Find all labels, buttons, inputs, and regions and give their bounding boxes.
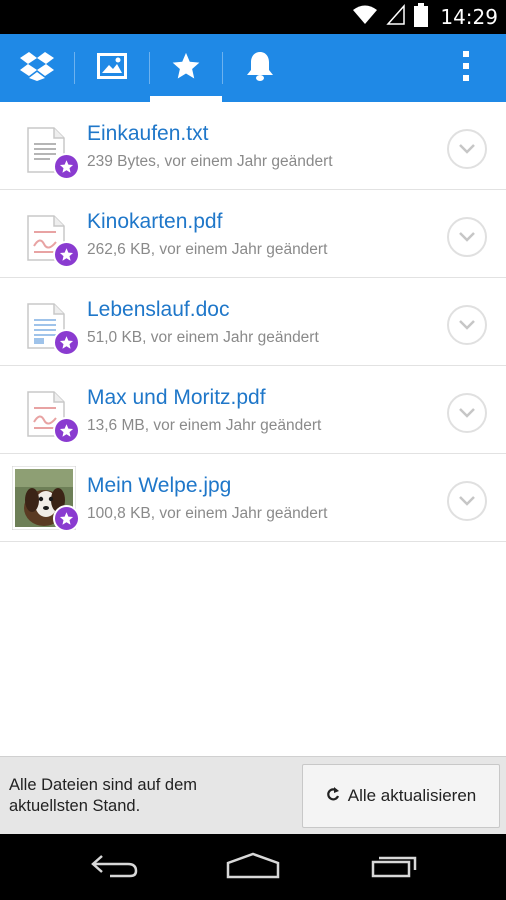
recents-icon — [370, 852, 420, 883]
system-nav-bar — [0, 834, 506, 900]
favorite-star-icon — [53, 241, 80, 268]
file-meta: 51,0 KB, vor einem Jahr geändert — [87, 329, 319, 346]
tab-photos[interactable] — [75, 34, 149, 102]
item-menu-button[interactable] — [447, 393, 487, 433]
tab-notifications[interactable] — [223, 34, 297, 102]
file-thumbnail — [22, 210, 80, 268]
file-thumbnail — [22, 298, 80, 356]
app-bar — [0, 34, 506, 102]
file-name[interactable]: Mein Welpe.jpg — [87, 474, 231, 498]
file-thumbnail — [22, 386, 80, 444]
wifi-icon — [352, 4, 378, 31]
favorite-star-icon — [53, 153, 80, 180]
tab-favorites[interactable] — [150, 34, 222, 102]
file-name[interactable]: Lebenslauf.doc — [87, 298, 229, 322]
chevron-down-icon — [459, 320, 475, 330]
sync-status-bar: Alle Dateien sind auf dem aktuellsten St… — [0, 756, 506, 834]
file-thumbnail — [12, 466, 80, 532]
notifications-bell-icon — [245, 50, 275, 87]
list-item[interactable]: Lebenslauf.doc 51,0 KB, vor einem Jahr g… — [0, 278, 506, 366]
back-icon — [90, 852, 140, 883]
status-bar: 14:29 — [0, 0, 506, 34]
list-item[interactable]: Mein Welpe.jpg 100,8 KB, vor einem Jahr … — [0, 454, 506, 542]
signal-icon — [386, 3, 406, 31]
chevron-down-icon — [459, 144, 475, 154]
file-meta: 13,6 MB, vor einem Jahr geändert — [87, 417, 322, 434]
file-meta: 262,6 KB, vor einem Jahr geändert — [87, 241, 328, 258]
favorite-star-icon — [53, 329, 80, 356]
sync-status-text: Alle Dateien sind auf dem aktuellsten St… — [9, 776, 198, 815]
photos-icon — [97, 52, 127, 84]
tab-dropbox[interactable] — [0, 34, 74, 102]
list-item[interactable]: Kinokarten.pdf 262,6 KB, vor einem Jahr … — [0, 190, 506, 278]
dropbox-icon — [20, 51, 54, 86]
favorite-star-icon — [53, 505, 80, 532]
chevron-down-icon — [459, 496, 475, 506]
favorites-star-icon — [171, 51, 201, 86]
item-menu-button[interactable] — [447, 481, 487, 521]
clock: 14:29 — [440, 5, 498, 29]
file-thumbnail — [22, 122, 80, 180]
back-button[interactable] — [70, 834, 160, 900]
chevron-down-icon — [459, 408, 475, 418]
chevron-down-icon — [459, 232, 475, 242]
favorite-star-icon — [53, 417, 80, 444]
file-name[interactable]: Kinokarten.pdf — [87, 210, 222, 234]
refresh-all-button[interactable]: Alle aktualisieren — [302, 764, 500, 828]
home-button[interactable] — [208, 834, 298, 900]
recents-button[interactable] — [350, 834, 440, 900]
overflow-menu-button[interactable] — [440, 34, 492, 102]
refresh-icon — [326, 786, 340, 807]
item-menu-button[interactable] — [447, 217, 487, 257]
file-meta: 100,8 KB, vor einem Jahr geändert — [87, 505, 328, 522]
list-item[interactable]: Einkaufen.txt 239 Bytes, vor einem Jahr … — [0, 102, 506, 190]
list-item[interactable]: Max und Moritz.pdf 13,6 MB, vor einem Ja… — [0, 366, 506, 454]
file-name[interactable]: Einkaufen.txt — [87, 122, 208, 146]
refresh-all-label: Alle aktualisieren — [347, 786, 477, 805]
file-list: Einkaufen.txt 239 Bytes, vor einem Jahr … — [0, 102, 506, 542]
item-menu-button[interactable] — [447, 129, 487, 169]
home-icon — [225, 851, 281, 884]
file-name[interactable]: Max und Moritz.pdf — [87, 386, 266, 410]
item-menu-button[interactable] — [447, 305, 487, 345]
file-meta: 239 Bytes, vor einem Jahr geändert — [87, 153, 333, 170]
battery-icon — [414, 2, 429, 32]
more-vertical-icon — [462, 50, 470, 87]
